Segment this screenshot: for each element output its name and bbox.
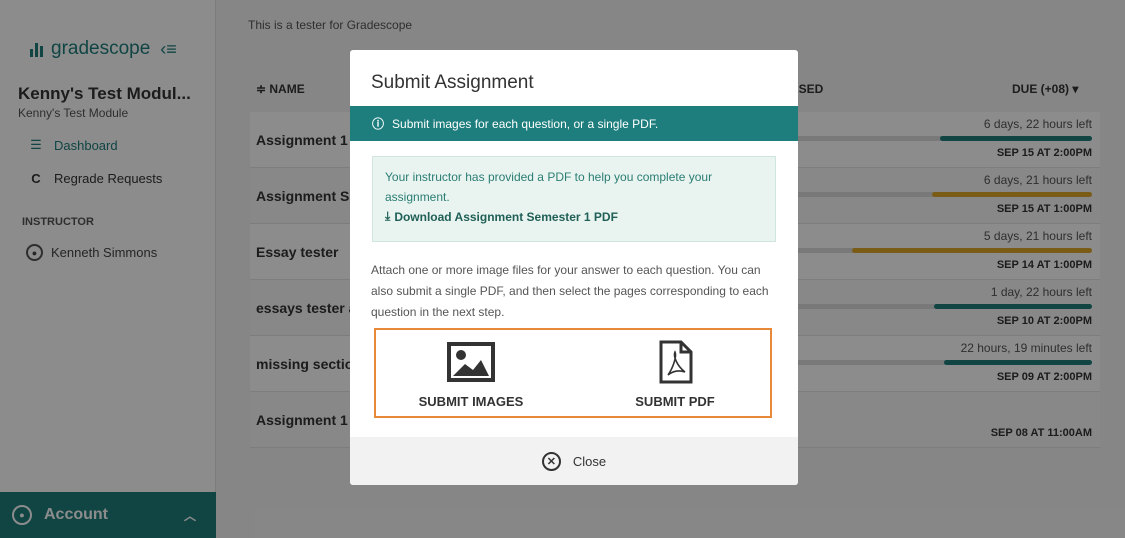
submit-images-label: SUBMIT IMAGES	[418, 394, 524, 409]
instructor-message: Your instructor has provided a PDF to he…	[385, 170, 713, 204]
submit-images-button[interactable]: SUBMIT IMAGES	[396, 340, 546, 409]
download-icon: ⤓	[385, 209, 391, 223]
info-text: Submit images for each question, or a si…	[392, 116, 659, 131]
image-icon	[447, 342, 495, 382]
instructor-pdf-notice: Your instructor has provided a PDF to he…	[372, 156, 776, 242]
submit-assignment-modal: Submit Assignment ⓘ Submit images for ea…	[350, 50, 798, 485]
download-label: Download Assignment Semester 1 PDF	[394, 209, 618, 224]
download-assignment-link[interactable]: ⤓ Download Assignment Semester 1 PDF	[385, 209, 763, 224]
close-button[interactable]: ✕ Close	[350, 437, 798, 485]
close-label: Close	[572, 453, 607, 469]
submission-options: SUBMIT IMAGES SUBMIT PDF	[374, 328, 772, 418]
modal-title: Submit Assignment	[371, 72, 534, 93]
info-banner: ⓘ Submit images for each question, or a …	[350, 106, 798, 141]
submit-pdf-label: SUBMIT PDF	[635, 394, 715, 409]
close-icon: ✕	[541, 451, 561, 471]
attach-instructions: Attach one or more image files for your …	[371, 263, 769, 319]
pdf-file-icon	[659, 340, 693, 384]
submit-pdf-button[interactable]: SUBMIT PDF	[600, 340, 750, 409]
info-icon: ⓘ	[372, 117, 385, 131]
